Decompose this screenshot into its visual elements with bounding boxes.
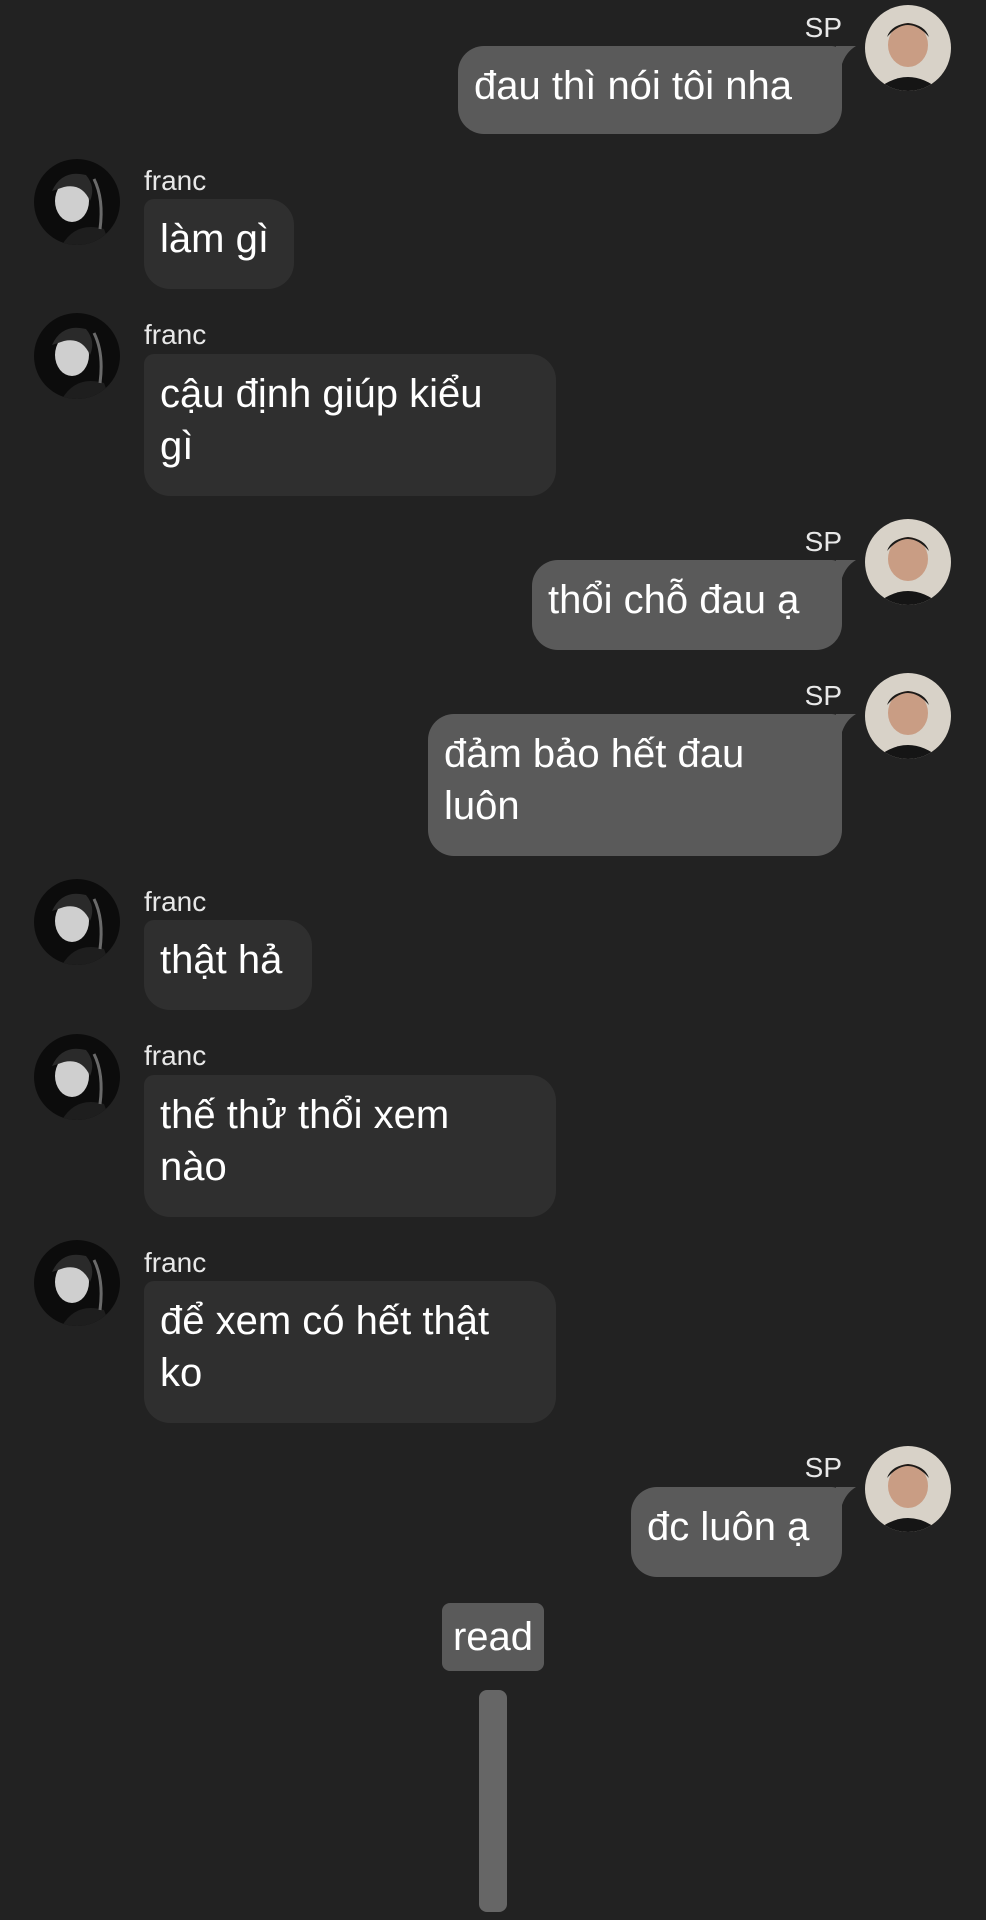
sender-name: franc	[144, 1040, 207, 1071]
sender-name: SP	[804, 526, 842, 557]
message-bubble[interactable]: thế thử thổi xem nào	[144, 1075, 556, 1217]
message-bubble[interactable]: thật hả	[144, 920, 312, 1010]
sender-name: franc	[144, 1247, 207, 1278]
sp-avatar[interactable]	[865, 673, 951, 759]
franc-avatar[interactable]	[34, 159, 120, 245]
sp-avatar[interactable]	[865, 519, 951, 605]
message-bubble[interactable]: đc luôn ạ	[631, 1487, 842, 1577]
read-receipt: read	[442, 1603, 544, 1671]
sender-name: SP	[804, 680, 842, 711]
sender-name: franc	[144, 886, 207, 917]
message-bubble[interactable]: để xem có hết thật ko	[144, 1281, 556, 1423]
scroll-thumb[interactable]	[479, 1690, 507, 1912]
sender-name: franc	[144, 165, 207, 196]
franc-avatar[interactable]	[34, 313, 120, 399]
sp-avatar[interactable]	[865, 1446, 951, 1532]
message-bubble[interactable]: đảm bảo hết đau luôn	[428, 714, 842, 856]
bubble-tail	[836, 560, 856, 578]
bubble-tail	[836, 1487, 856, 1505]
bubble-tail	[836, 46, 856, 64]
sender-name: SP	[804, 12, 842, 43]
sender-name: SP	[804, 1452, 842, 1483]
message-bubble[interactable]: đau thì nói tôi nha	[458, 46, 842, 134]
message-bubble[interactable]: thổi chỗ đau ạ	[532, 560, 842, 650]
bubble-tail	[836, 714, 856, 732]
franc-avatar[interactable]	[34, 1034, 120, 1120]
sp-avatar[interactable]	[865, 5, 951, 91]
message-bubble[interactable]: làm gì	[144, 199, 294, 289]
message-bubble[interactable]: cậu định giúp kiểu gì	[144, 354, 556, 496]
franc-avatar[interactable]	[34, 879, 120, 965]
sender-name: franc	[144, 319, 207, 350]
franc-avatar[interactable]	[34, 1240, 120, 1326]
